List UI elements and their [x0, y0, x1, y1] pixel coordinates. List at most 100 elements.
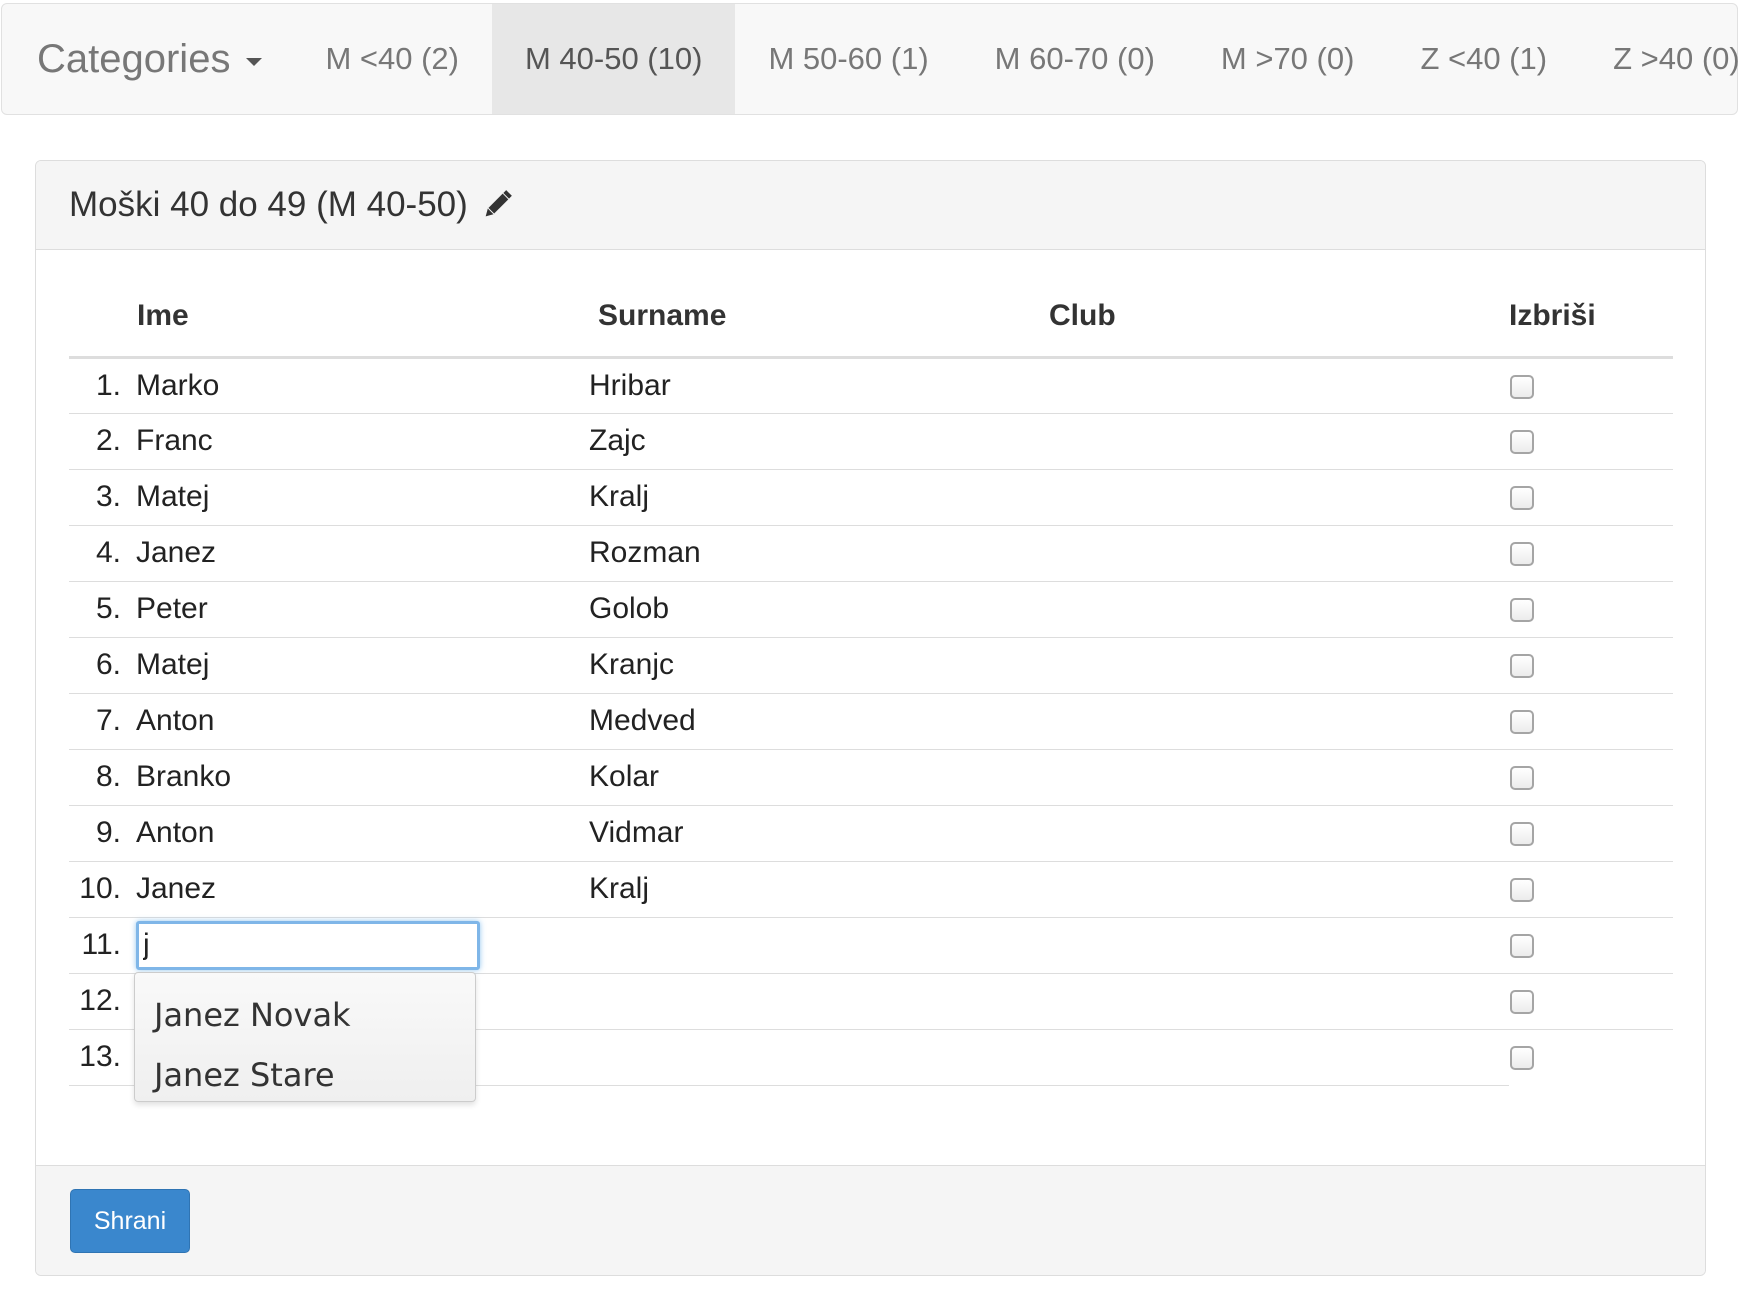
delete-checkbox[interactable] [1510, 990, 1534, 1015]
cell-ime: Branko [129, 749, 589, 806]
cell-club [1049, 749, 1509, 806]
row-number: 11. [69, 917, 129, 974]
categories-dropdown[interactable]: Categories [2, 4, 292, 114]
cell-surname: Hribar [589, 357, 1049, 414]
row-number: 2. [69, 413, 129, 470]
table-row: 2. Franc Zajc [69, 413, 1673, 470]
row-number: 8. [69, 749, 129, 806]
table-row: 8. Branko Kolar [69, 749, 1673, 806]
cell-ime: Anton [129, 805, 589, 862]
cell-surname: Vidmar [589, 805, 1049, 862]
table-row: 1. Marko Hribar [69, 357, 1673, 414]
cell-club [1049, 413, 1509, 470]
cell-club [1049, 1029, 1509, 1086]
table-row: 3. Matej Kralj [69, 469, 1673, 526]
cell-club [1049, 581, 1509, 638]
autocomplete-option[interactable]: Janez Stare [135, 1045, 475, 1105]
cell-surname: Kolar [589, 749, 1049, 806]
category-navbar: Categories M <40 (2) M 40-50 (10) M 50-6… [1, 3, 1740, 115]
row-number: 10. [69, 861, 129, 918]
tab-m-60-70[interactable]: M 60-70 (0) [962, 4, 1188, 114]
row-number: 4. [69, 525, 129, 582]
cell-surname: Zajc [589, 413, 1049, 470]
cell-ime: Janez [129, 525, 589, 582]
tab-m-under-40[interactable]: M <40 (2) [292, 4, 492, 114]
tab-z-over-40[interactable]: Z >40 (0) [1580, 4, 1740, 114]
save-button[interactable]: Shrani [70, 1189, 190, 1253]
cell-surname [589, 917, 1049, 974]
delete-checkbox[interactable] [1510, 598, 1534, 623]
row-number: 5. [69, 581, 129, 638]
delete-checkbox[interactable] [1510, 878, 1534, 903]
cell-surname: Kralj [589, 469, 1049, 526]
cell-surname: Golob [589, 581, 1049, 638]
row-number: 9. [69, 805, 129, 862]
table-row: 4. Janez Rozman [69, 525, 1673, 582]
panel-footer: Shrani [36, 1165, 1705, 1275]
delete-checkbox[interactable] [1510, 374, 1534, 399]
autocomplete-option[interactable]: Janez Novak [135, 985, 475, 1045]
delete-checkbox[interactable] [1510, 430, 1534, 455]
caret-down-icon [246, 58, 263, 66]
category-tabs: M <40 (2) M 40-50 (10) M 50-60 (1) M 60-… [292, 4, 1740, 114]
cell-surname: Medved [589, 693, 1049, 750]
cell-club [1049, 469, 1509, 526]
delete-checkbox[interactable] [1510, 710, 1534, 735]
table-row: 5. Peter Golob [69, 581, 1673, 638]
table-row: 7. Anton Medved [69, 693, 1673, 750]
tab-m-over-70[interactable]: M >70 (0) [1188, 4, 1388, 114]
table-row-new: 11. [69, 917, 1673, 974]
autocomplete-dropdown: Janez Novak Janez Stare [134, 972, 476, 1102]
delete-checkbox[interactable] [1510, 1046, 1534, 1071]
row-number: 3. [69, 469, 129, 526]
header-club: Club [1049, 276, 1509, 359]
table-row: 9. Anton Vidmar [69, 805, 1673, 862]
delete-checkbox[interactable] [1510, 486, 1534, 511]
cell-ime: Marko [129, 357, 589, 414]
table-header-row: Ime Surname Club Izbriši [69, 276, 1673, 359]
header-number [69, 276, 129, 359]
participant-name-input[interactable] [136, 920, 480, 970]
cell-ime: Franc [129, 413, 589, 470]
table-row: 6. Matej Kranjc [69, 637, 1673, 694]
row-number: 7. [69, 693, 129, 750]
cell-club [1049, 861, 1509, 918]
participants-table: Ime Surname Club Izbriši 1. Marko Hribar… [69, 276, 1673, 1086]
row-number: 6. [69, 637, 129, 694]
cell-ime: Janez [129, 861, 589, 918]
row-number: 13. [69, 1029, 129, 1086]
table-row: 10. Janez Kralj [69, 861, 1673, 918]
row-number: 12. [69, 973, 129, 1030]
cell-club [1049, 973, 1509, 1030]
tab-m-50-60[interactable]: M 50-60 (1) [735, 4, 961, 114]
cell-surname: Kralj [589, 861, 1049, 918]
row-number: 1. [69, 357, 129, 414]
delete-checkbox[interactable] [1510, 822, 1534, 847]
cell-club [1049, 693, 1509, 750]
header-ime: Ime [129, 276, 589, 359]
header-izbrisi: Izbriši [1509, 276, 1673, 359]
categories-label: Categories [37, 36, 231, 81]
delete-checkbox[interactable] [1510, 766, 1534, 791]
cell-surname: Rozman [589, 525, 1049, 582]
cell-club [1049, 917, 1509, 974]
cell-club [1049, 525, 1509, 582]
panel-title: Moški 40 do 49 (M 40-50) [69, 185, 468, 224]
cell-ime: Matej [129, 469, 589, 526]
cell-club [1049, 805, 1509, 862]
header-surname: Surname [589, 276, 1049, 359]
tab-m-40-50[interactable]: M 40-50 (10) [491, 4, 736, 114]
cell-surname: Kranjc [589, 637, 1049, 694]
pencil-icon[interactable] [478, 186, 516, 224]
delete-checkbox[interactable] [1510, 934, 1534, 959]
tab-z-under-40[interactable]: Z <40 (1) [1387, 4, 1580, 114]
cell-club [1049, 357, 1509, 414]
cell-ime: Peter [129, 581, 589, 638]
panel-heading: Moški 40 do 49 (M 40-50) [36, 161, 1705, 250]
cell-surname [589, 1029, 1049, 1086]
cell-ime: Anton [129, 693, 589, 750]
cell-ime: Matej [129, 637, 589, 694]
delete-checkbox[interactable] [1510, 542, 1534, 567]
category-panel: Moški 40 do 49 (M 40-50) Ime Surname Clu… [35, 160, 1706, 1276]
delete-checkbox[interactable] [1510, 654, 1534, 679]
